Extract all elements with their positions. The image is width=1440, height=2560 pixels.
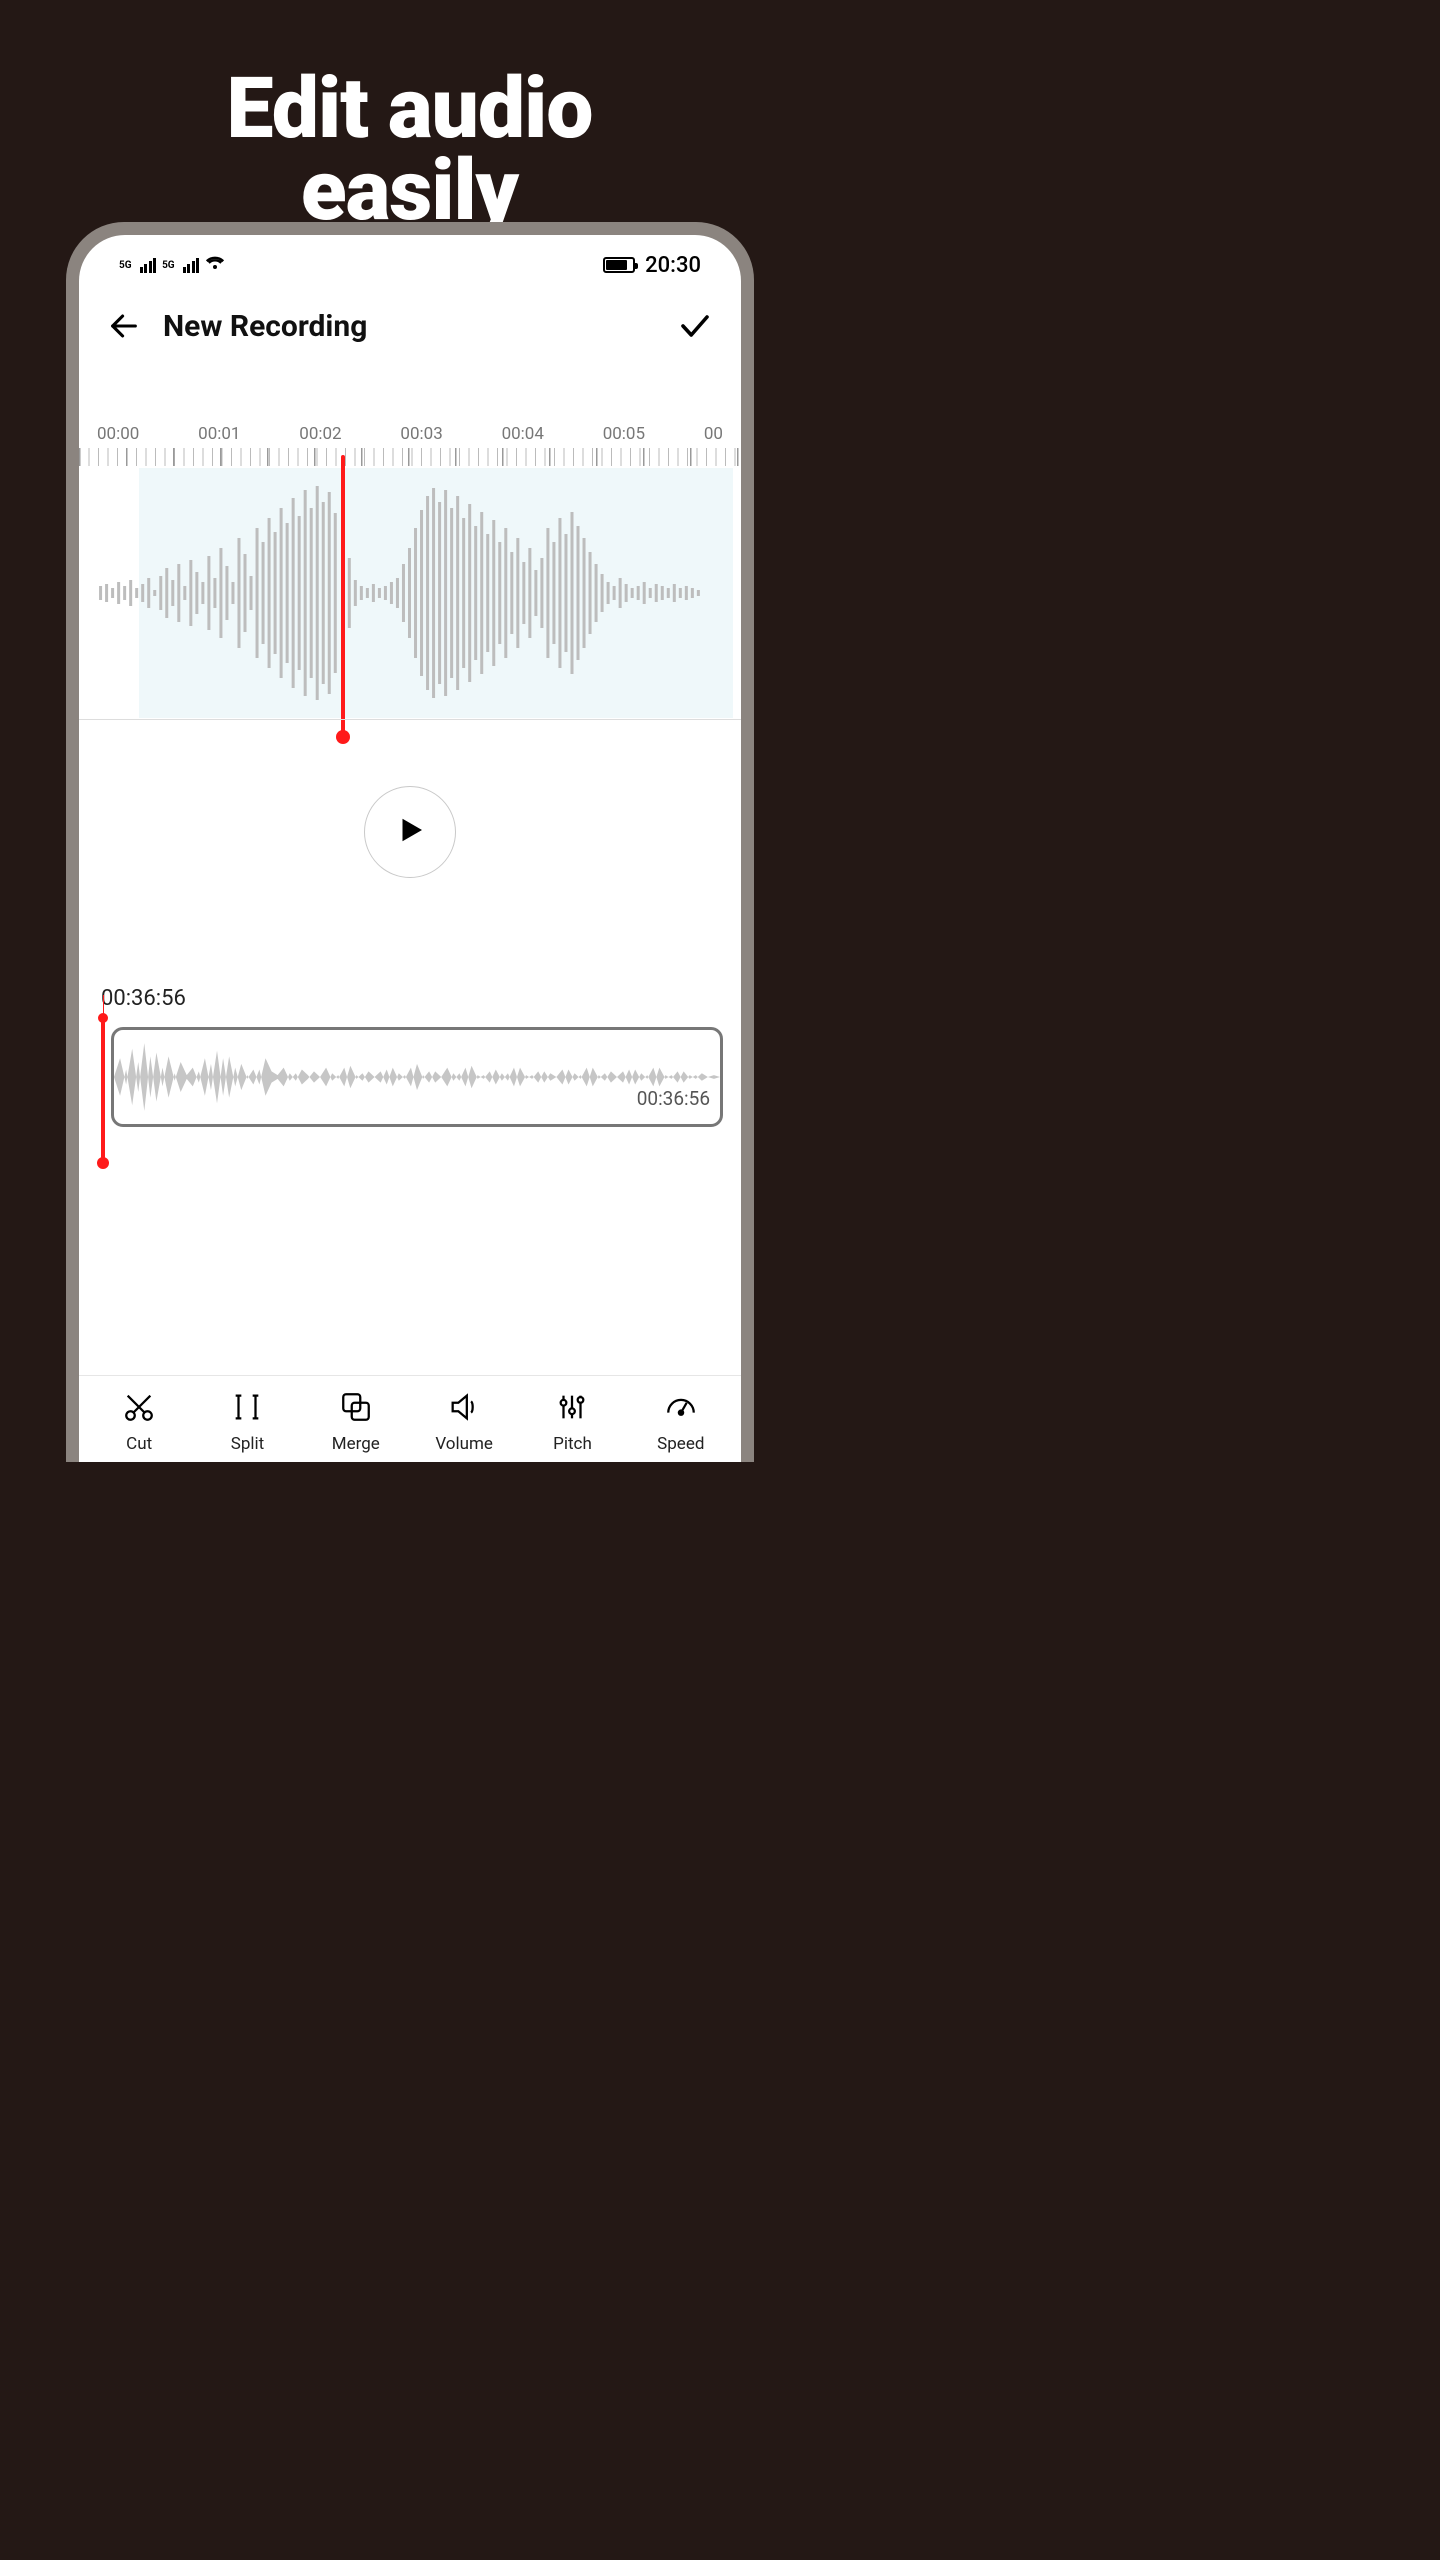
cut-icon [122, 1390, 156, 1428]
app-header: New Recording [79, 282, 741, 344]
status-time: 20:30 [645, 253, 701, 278]
signal-bars-icon [140, 258, 157, 273]
pitch-icon [555, 1390, 589, 1428]
promo-headline: Edit audio easily [0, 0, 819, 233]
confirm-icon[interactable] [677, 308, 713, 344]
ruler [79, 448, 741, 466]
volume-icon [447, 1390, 481, 1428]
tool-label: Merge [332, 1434, 380, 1454]
play-icon [392, 812, 428, 852]
merge-icon [339, 1390, 373, 1428]
waveform-bars [79, 468, 741, 718]
page-title: New Recording [163, 309, 655, 344]
time-tick: 00:04 [502, 424, 544, 444]
time-tick: 00:05 [603, 424, 645, 444]
tool-merge[interactable]: Merge [302, 1390, 410, 1454]
tool-split[interactable]: Split [193, 1390, 301, 1454]
waveform-canvas[interactable] [79, 468, 741, 718]
split-icon [230, 1390, 264, 1428]
tool-cut[interactable]: Cut [85, 1390, 193, 1454]
edit-toolbar: Cut Split Merge Volume [79, 1375, 741, 1462]
playhead[interactable] [341, 455, 345, 736]
clip-position-time: 00:36:56 [101, 986, 723, 1011]
play-button[interactable] [364, 786, 456, 878]
tool-volume[interactable]: Volume [410, 1390, 518, 1454]
waveform-baseline [79, 719, 741, 720]
network-5g-icon: 5G [162, 260, 175, 271]
tool-label: Cut [126, 1434, 152, 1454]
device-screen: 5G 5G 20:30 New Recording [79, 235, 741, 1462]
battery-icon [603, 257, 635, 273]
time-tick-row: 00:00 00:01 00:02 00:03 00:04 00:05 00 [79, 424, 741, 444]
network-5g-icon: 5G [119, 260, 132, 271]
waveform-timeline[interactable]: 00:00 00:01 00:02 00:03 00:04 00:05 00 [79, 424, 741, 734]
clip-region[interactable]: 00:36:56 [111, 1027, 723, 1127]
clip-duration: 00:36:56 [637, 1087, 710, 1110]
speed-icon [664, 1390, 698, 1428]
time-tick: 00:00 [97, 424, 139, 444]
status-bar: 5G 5G 20:30 [79, 248, 741, 282]
tool-label: Split [231, 1434, 264, 1454]
signal-bars-icon [183, 258, 200, 273]
time-tick: 00 [704, 424, 723, 444]
clip-timeline[interactable]: 00:36:56 00:36:56 [79, 986, 741, 1137]
wifi-icon [205, 255, 225, 275]
status-right: 20:30 [603, 253, 701, 278]
time-tick: 00:02 [299, 424, 341, 444]
time-tick: 00:03 [400, 424, 442, 444]
status-left: 5G 5G [119, 255, 225, 275]
tool-label: Speed [657, 1434, 704, 1454]
time-tick: 00:01 [198, 424, 240, 444]
back-icon[interactable] [107, 309, 141, 343]
clip-playhead[interactable] [101, 1017, 105, 1165]
tool-pitch[interactable]: Pitch [518, 1390, 626, 1454]
device-frame: 5G 5G 20:30 New Recording [66, 222, 754, 1462]
tool-label: Volume [435, 1434, 493, 1454]
tool-label: Pitch [553, 1434, 592, 1454]
tool-speed[interactable]: Speed [627, 1390, 735, 1454]
